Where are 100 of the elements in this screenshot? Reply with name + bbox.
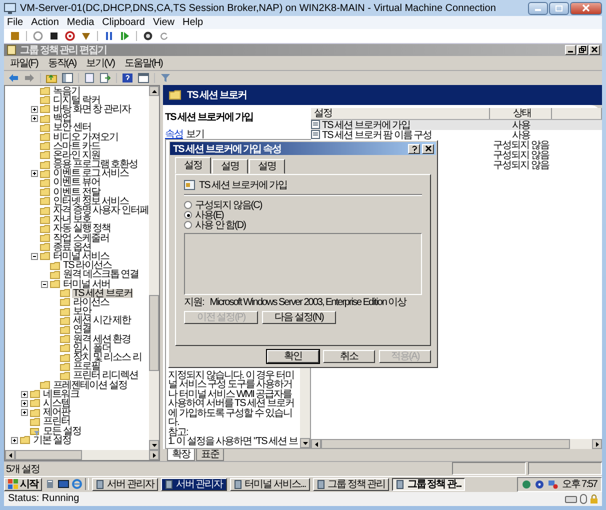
- tree-item[interactable]: 네트워크: [42, 390, 80, 399]
- tree-item[interactable]: 종료 옵션: [52, 242, 92, 252]
- tree-item[interactable]: 스마트 카드: [52, 142, 101, 151]
- expand-icon[interactable]: [21, 390, 28, 398]
- tree-item[interactable]: 자격 증명 사용자 인터페: [52, 206, 149, 216]
- collapse-icon[interactable]: [41, 280, 48, 288]
- folder-up-icon[interactable]: [46, 72, 57, 83]
- tree-item[interactable]: TS 세션 브로커: [72, 288, 134, 298]
- tree-item[interactable]: 디지털 락커: [52, 96, 101, 105]
- tree-item[interactable]: 터미널 서버: [62, 280, 111, 289]
- tree-item[interactable]: 임시 폴더: [72, 344, 112, 353]
- view-tab[interactable]: 확장: [167, 448, 195, 461]
- tree-item[interactable]: 원격 데스크톱 연결: [62, 270, 140, 280]
- tree-item[interactable]: 세션 시간 제한: [72, 316, 132, 326]
- tree-item[interactable]: 자동 실행 정책: [52, 224, 112, 234]
- power-icon[interactable]: [65, 30, 75, 41]
- menu-item[interactable]: Clipboard: [102, 17, 145, 28]
- dialog-tab[interactable]: 설명: [249, 159, 285, 174]
- tree-item[interactable]: 이벤트 전달: [52, 188, 101, 197]
- dialog-button[interactable]: 취소: [323, 350, 375, 363]
- scroll-thumb[interactable]: [15, 450, 82, 460]
- menu-item[interactable]: 보기(V): [86, 56, 114, 70]
- scroll-down-icon[interactable]: [149, 440, 159, 450]
- column-header[interactable]: 설정: [311, 108, 490, 119]
- help-button[interactable]: [408, 144, 420, 154]
- properties-link[interactable]: 속성: [165, 126, 183, 139]
- page-icon[interactable]: [84, 72, 95, 83]
- tree-item[interactable]: 온라인 지원: [52, 150, 101, 160]
- collapse-icon[interactable]: [31, 252, 38, 260]
- dialog-tab[interactable]: 설명: [212, 159, 248, 174]
- list-row[interactable]: TS 세션 브로커 팜 이름 구성 사용: [311, 130, 602, 140]
- tree-item[interactable]: 시스템: [42, 398, 71, 408]
- export-icon[interactable]: [100, 72, 111, 83]
- restore-button[interactable]: [577, 44, 588, 55]
- pause-icon[interactable]: [104, 30, 114, 41]
- back-arrow-icon[interactable]: [8, 72, 19, 83]
- tree-item[interactable]: 모든 설정: [42, 426, 82, 436]
- tree-item[interactable]: 보안 센터: [52, 123, 92, 132]
- scroll-right-icon[interactable]: [149, 450, 159, 460]
- triangle-icon[interactable]: [81, 30, 91, 41]
- nav-button[interactable]: 다음 설정(N): [262, 311, 336, 324]
- circle-icon[interactable]: [33, 30, 43, 41]
- menu-item[interactable]: Help: [182, 17, 204, 28]
- maximize-button[interactable]: [549, 2, 569, 15]
- expand-icon[interactable]: [21, 400, 28, 407]
- radio-button[interactable]: [184, 211, 192, 219]
- tree-item[interactable]: 바탕 화면 창 관리자: [52, 104, 132, 114]
- scroll-up-icon[interactable]: [149, 86, 159, 96]
- expand-icon[interactable]: [31, 106, 38, 113]
- taskbar-button[interactable]: 터미널 서비스...: [230, 478, 310, 491]
- tree-item[interactable]: 자녀 보호: [52, 215, 92, 224]
- scroll-left-icon[interactable]: [311, 438, 321, 449]
- tree-item[interactable]: 인터넷 정보 서비스: [52, 196, 130, 206]
- tree-item[interactable]: 장치 및 리소스 리: [72, 353, 142, 362]
- tree-item[interactable]: 프로필: [72, 362, 101, 372]
- menu-item[interactable]: Media: [66, 17, 94, 28]
- square-icon[interactable]: [10, 30, 20, 41]
- tree-item[interactable]: 응용 프로그램 호환성: [52, 160, 139, 170]
- radio-button[interactable]: [184, 201, 192, 209]
- monitor-icon[interactable]: [58, 479, 69, 490]
- server-icon[interactable]: [45, 479, 55, 490]
- list-row[interactable]: TS 세션 브로커에 가입 사용: [311, 120, 602, 130]
- tree-item[interactable]: 터미널 서비스: [52, 252, 110, 261]
- expand-icon[interactable]: [31, 115, 38, 122]
- globe-icon[interactable]: [522, 480, 531, 489]
- scrollbar[interactable]: [149, 86, 159, 450]
- expand-icon[interactable]: [31, 170, 38, 178]
- tree-item[interactable]: 기본 설정: [32, 436, 72, 445]
- tree-item[interactable]: 녹음기: [52, 86, 81, 96]
- taskbar-button[interactable]: 서버 관리자: [160, 478, 227, 491]
- tree-item[interactable]: 보안: [72, 307, 92, 316]
- scrollbar[interactable]: [5, 450, 159, 460]
- taskbar-button[interactable]: 그룹 정책 관리: [312, 478, 390, 491]
- pane-icon[interactable]: [62, 72, 73, 83]
- tree-item[interactable]: 작업 스케줄러: [52, 234, 110, 243]
- menu-item[interactable]: 도움말(H): [124, 56, 162, 70]
- tree-item[interactable]: 프린터: [42, 417, 71, 426]
- tree-item[interactable]: 이벤트 로그 서비스: [52, 169, 130, 178]
- scroll-down-icon[interactable]: [300, 438, 310, 448]
- radio-button[interactable]: [184, 221, 192, 229]
- tree-item[interactable]: 비디오 가져오기: [52, 132, 119, 142]
- menu-item[interactable]: File: [7, 17, 24, 28]
- tree-item[interactable]: 라이선스: [72, 298, 110, 307]
- tree-item[interactable]: 원격 세션 환경: [72, 334, 132, 344]
- expand-icon[interactable]: [21, 409, 28, 416]
- expand-icon[interactable]: [11, 436, 18, 444]
- scroll-left-icon[interactable]: [5, 450, 15, 460]
- tree-item[interactable]: 프린터 리디렉션: [72, 371, 139, 380]
- tree-item[interactable]: 프레젠테이션 설정: [52, 380, 128, 390]
- dialog-tab[interactable]: 설정: [175, 157, 211, 174]
- network-icon[interactable]: [548, 480, 558, 489]
- column-header[interactable]: 상태: [490, 108, 552, 119]
- comment-field[interactable]: [184, 233, 422, 295]
- view-tab[interactable]: 표준: [196, 448, 224, 461]
- tree-item[interactable]: 연결: [72, 325, 92, 334]
- tree-item[interactable]: 백업: [52, 114, 72, 124]
- window-icon[interactable]: [138, 72, 149, 83]
- play-icon[interactable]: [120, 30, 130, 41]
- menu-item[interactable]: Action: [31, 17, 59, 28]
- stop-icon[interactable]: [49, 30, 59, 41]
